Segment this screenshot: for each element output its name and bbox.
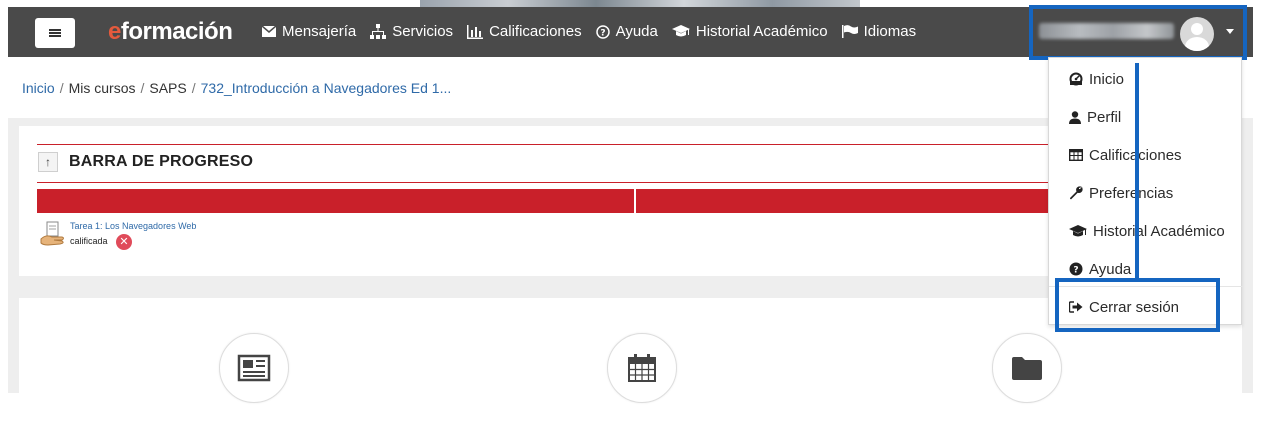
graduation-cap-icon <box>671 25 690 37</box>
breadcrumb-course[interactable]: 732_Introducción a Navegadores Ed 1... <box>201 80 452 96</box>
breadcrumb-saps: SAPS <box>149 80 187 96</box>
news-forum-button[interactable] <box>219 333 289 403</box>
svg-text:?: ? <box>1073 266 1078 276</box>
breadcrumb-inicio[interactable]: Inicio <box>22 80 55 96</box>
menu-item-historial[interactable]: Historial Académico <box>1049 212 1243 250</box>
wrench-icon <box>1070 186 1083 200</box>
progress-bar-divider <box>634 189 636 213</box>
user-menu-toggle[interactable] <box>1029 5 1247 60</box>
envelope-icon <box>262 26 276 37</box>
hamburger-icon <box>49 29 61 37</box>
breadcrumb: Inicio / Mis cursos / SAPS/732_Introducción … <box>22 80 452 96</box>
nav-item-calificaciones[interactable]: Calificaciones <box>467 23 582 40</box>
calendar-icon <box>628 354 656 382</box>
flag-icon <box>841 25 858 38</box>
nav-item-servicios[interactable]: Servicios <box>370 23 453 40</box>
nav-item-historial[interactable]: Historial Académico <box>671 23 828 40</box>
highlight-connector <box>1135 63 1139 279</box>
block-top-divider <box>37 144 1067 145</box>
hand-assignment-icon <box>40 221 64 246</box>
svg-text:?: ? <box>600 28 605 38</box>
question-circle-icon: ? <box>595 24 610 39</box>
highlight-box-cerrar-sesion <box>1055 278 1220 332</box>
breadcrumb-mis-cursos: Mis cursos <box>68 80 136 96</box>
nav-item-ayuda[interactable]: ? Ayuda <box>595 23 658 40</box>
calendar-button[interactable] <box>607 333 677 403</box>
sitemap-icon <box>370 24 387 39</box>
task-status: calificada <box>70 236 108 246</box>
files-button[interactable] <box>992 333 1062 403</box>
collapse-block-button[interactable]: ↑ <box>38 152 58 172</box>
brand-logo[interactable]: eformación <box>108 18 233 46</box>
failed-x-icon: ✕ <box>116 234 132 250</box>
bar-chart-icon <box>467 24 484 39</box>
user-icon <box>1069 110 1081 124</box>
menu-item-calificaciones[interactable]: Calificaciones <box>1049 136 1243 174</box>
progress-bar[interactable] <box>37 189 1067 213</box>
nav-item-idiomas[interactable]: Idiomas <box>841 23 916 40</box>
dashboard-icon <box>1069 72 1083 86</box>
hamburger-menu-button[interactable] <box>35 18 75 48</box>
user-name-blurred <box>1039 23 1174 39</box>
folder-icon <box>1012 357 1042 380</box>
menu-item-inicio[interactable]: Inicio <box>1049 60 1243 98</box>
block-title: BARRA DE PROGRESO <box>69 153 254 170</box>
menu-item-preferencias[interactable]: Preferencias <box>1049 174 1243 212</box>
menu-item-perfil[interactable]: Perfil <box>1049 98 1243 136</box>
table-icon <box>1069 149 1083 161</box>
nav-items: Mensajería Servicios Calificaciones ? Ay… <box>262 23 916 40</box>
graduation-cap-icon <box>1069 224 1087 236</box>
block-bottom-divider <box>37 182 1067 183</box>
avatar <box>1180 17 1214 51</box>
newspaper-icon <box>237 354 271 382</box>
nav-item-mensajeria[interactable]: Mensajería <box>262 23 356 40</box>
task-link[interactable]: Tarea 1: Los Navegadores Web <box>70 221 196 231</box>
browser-background-strip <box>420 0 860 7</box>
caret-down-icon <box>1226 29 1234 34</box>
question-circle-icon: ? <box>1069 262 1083 276</box>
